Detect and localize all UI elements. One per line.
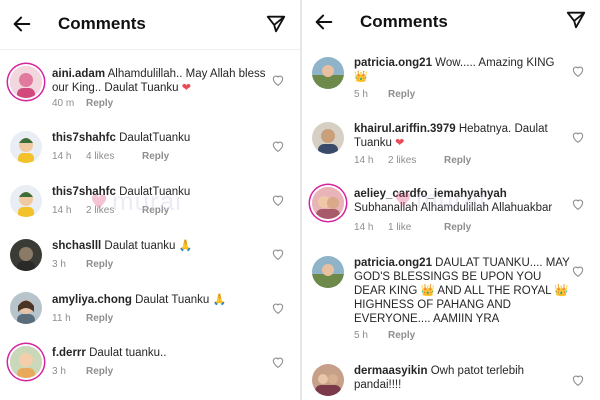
back-button[interactable] [0,2,44,46]
heart-outline-icon [272,195,284,206]
heart-outline-icon [572,66,584,77]
heart-outline-icon [572,199,584,210]
comment-time: 5 h [354,330,368,341]
reply-button[interactable]: Reply [388,89,415,100]
comment-text: Daulat Tuanku [135,294,210,306]
comment-time: 3 h [52,259,66,270]
reply-button[interactable]: Reply [86,259,113,270]
pray-emoji: 🙏 [212,293,227,306]
back-button[interactable] [302,0,346,44]
like-button[interactable] [570,129,586,145]
page-title: Comments [360,12,448,31]
page-title: Comments [58,14,146,33]
avatar[interactable] [312,57,344,89]
paper-plane-icon [266,15,286,33]
like-count[interactable]: 1 like [388,222,444,233]
like-button[interactable] [570,196,586,212]
heart-emoji: ❤ [395,136,405,149]
reply-button[interactable]: Reply [444,155,471,166]
heart-outline-icon [272,141,284,152]
comment-username[interactable]: patricia.ong21 [354,257,432,269]
like-button[interactable] [570,263,586,279]
heart-outline-icon [572,132,584,143]
share-button[interactable] [562,6,590,34]
heart-outline-icon [572,266,584,277]
comment-username[interactable]: patricia.ong21 [354,57,432,69]
reply-button[interactable]: Reply [444,222,471,233]
heart-outline-icon [272,303,284,314]
comment-username[interactable]: aini.adam [52,68,105,80]
reply-button[interactable]: Reply [86,98,113,109]
comment-time: 11 h [52,313,71,324]
watermark-heart-icon: ♥ [90,189,108,214]
like-button[interactable] [270,300,286,316]
comment-username[interactable]: khairul.ariffin.3979 [354,123,456,135]
watermark: ♥ murai [394,184,486,214]
like-count[interactable]: 4 likes [86,151,142,162]
comment-time: 40 m [52,98,75,109]
avatar[interactable] [10,131,42,163]
crown-emoji: 👑 [354,70,368,83]
like-button[interactable] [570,372,586,388]
comment-text: Wow..... Amazing KING [435,57,555,69]
avatar[interactable] [312,256,344,288]
reply-button[interactable]: Reply [86,313,113,324]
reply-button[interactable]: Reply [86,366,113,377]
heart-outline-icon [272,357,284,368]
watermark-heart-icon: ♥ [394,187,412,212]
comment-username[interactable]: this7shahfc [52,132,116,144]
arrow-left-icon [315,14,333,30]
header-divider [0,49,300,50]
comment-time: 14 h [354,155,374,166]
comment-time: 5 h [354,89,368,100]
like-button[interactable] [570,63,586,79]
like-button[interactable] [270,192,286,208]
comment-time: 14 h [52,205,72,216]
avatar[interactable] [10,239,42,271]
avatar[interactable] [10,185,42,217]
avatar[interactable] [312,187,344,219]
arrow-left-icon [13,16,31,32]
comment-text: Daulat tuanku.. [89,347,167,359]
reply-button[interactable]: Reply [142,151,169,162]
share-button[interactable] [262,10,290,38]
comment-text: Daulat tuanku [104,240,176,252]
like-button[interactable] [270,138,286,154]
comment-username[interactable]: f.derrr [52,347,86,359]
comments-panel-right: Comments patricia.ong21 Wow..... Amazing… [302,0,600,400]
avatar[interactable] [10,292,42,324]
comments-panel-left: Comments aini.adam Alhamdulillah.. May A… [0,0,300,400]
heart-outline-icon [272,75,284,86]
header: Comments [302,0,600,44]
comment-time: 14 h [52,151,72,162]
header: Comments [0,2,300,46]
comment-username[interactable]: dermaasyikin [354,365,428,377]
avatar[interactable] [10,346,42,378]
heart-outline-icon [272,249,284,260]
avatar[interactable] [10,66,42,98]
watermark: ♥ murai [90,186,182,216]
like-button[interactable] [270,354,286,370]
reply-button[interactable]: Reply [388,330,415,341]
avatar[interactable] [312,364,344,396]
like-count[interactable]: 2 likes [388,155,444,166]
avatar[interactable] [312,122,344,154]
like-button[interactable] [270,72,286,88]
comment-text: DaulatTuanku [119,132,191,144]
comment-time: 3 h [52,366,66,377]
comment-username[interactable]: amyliya.chong [52,294,132,306]
comment-username[interactable]: shchaslll [52,240,101,252]
like-button[interactable] [270,246,286,262]
pray-emoji: 🙏 [178,239,193,252]
comment-time: 14 h [354,222,374,233]
heart-outline-icon [572,375,584,386]
paper-plane-icon [566,11,586,29]
heart-emoji: ❤ [181,81,192,94]
